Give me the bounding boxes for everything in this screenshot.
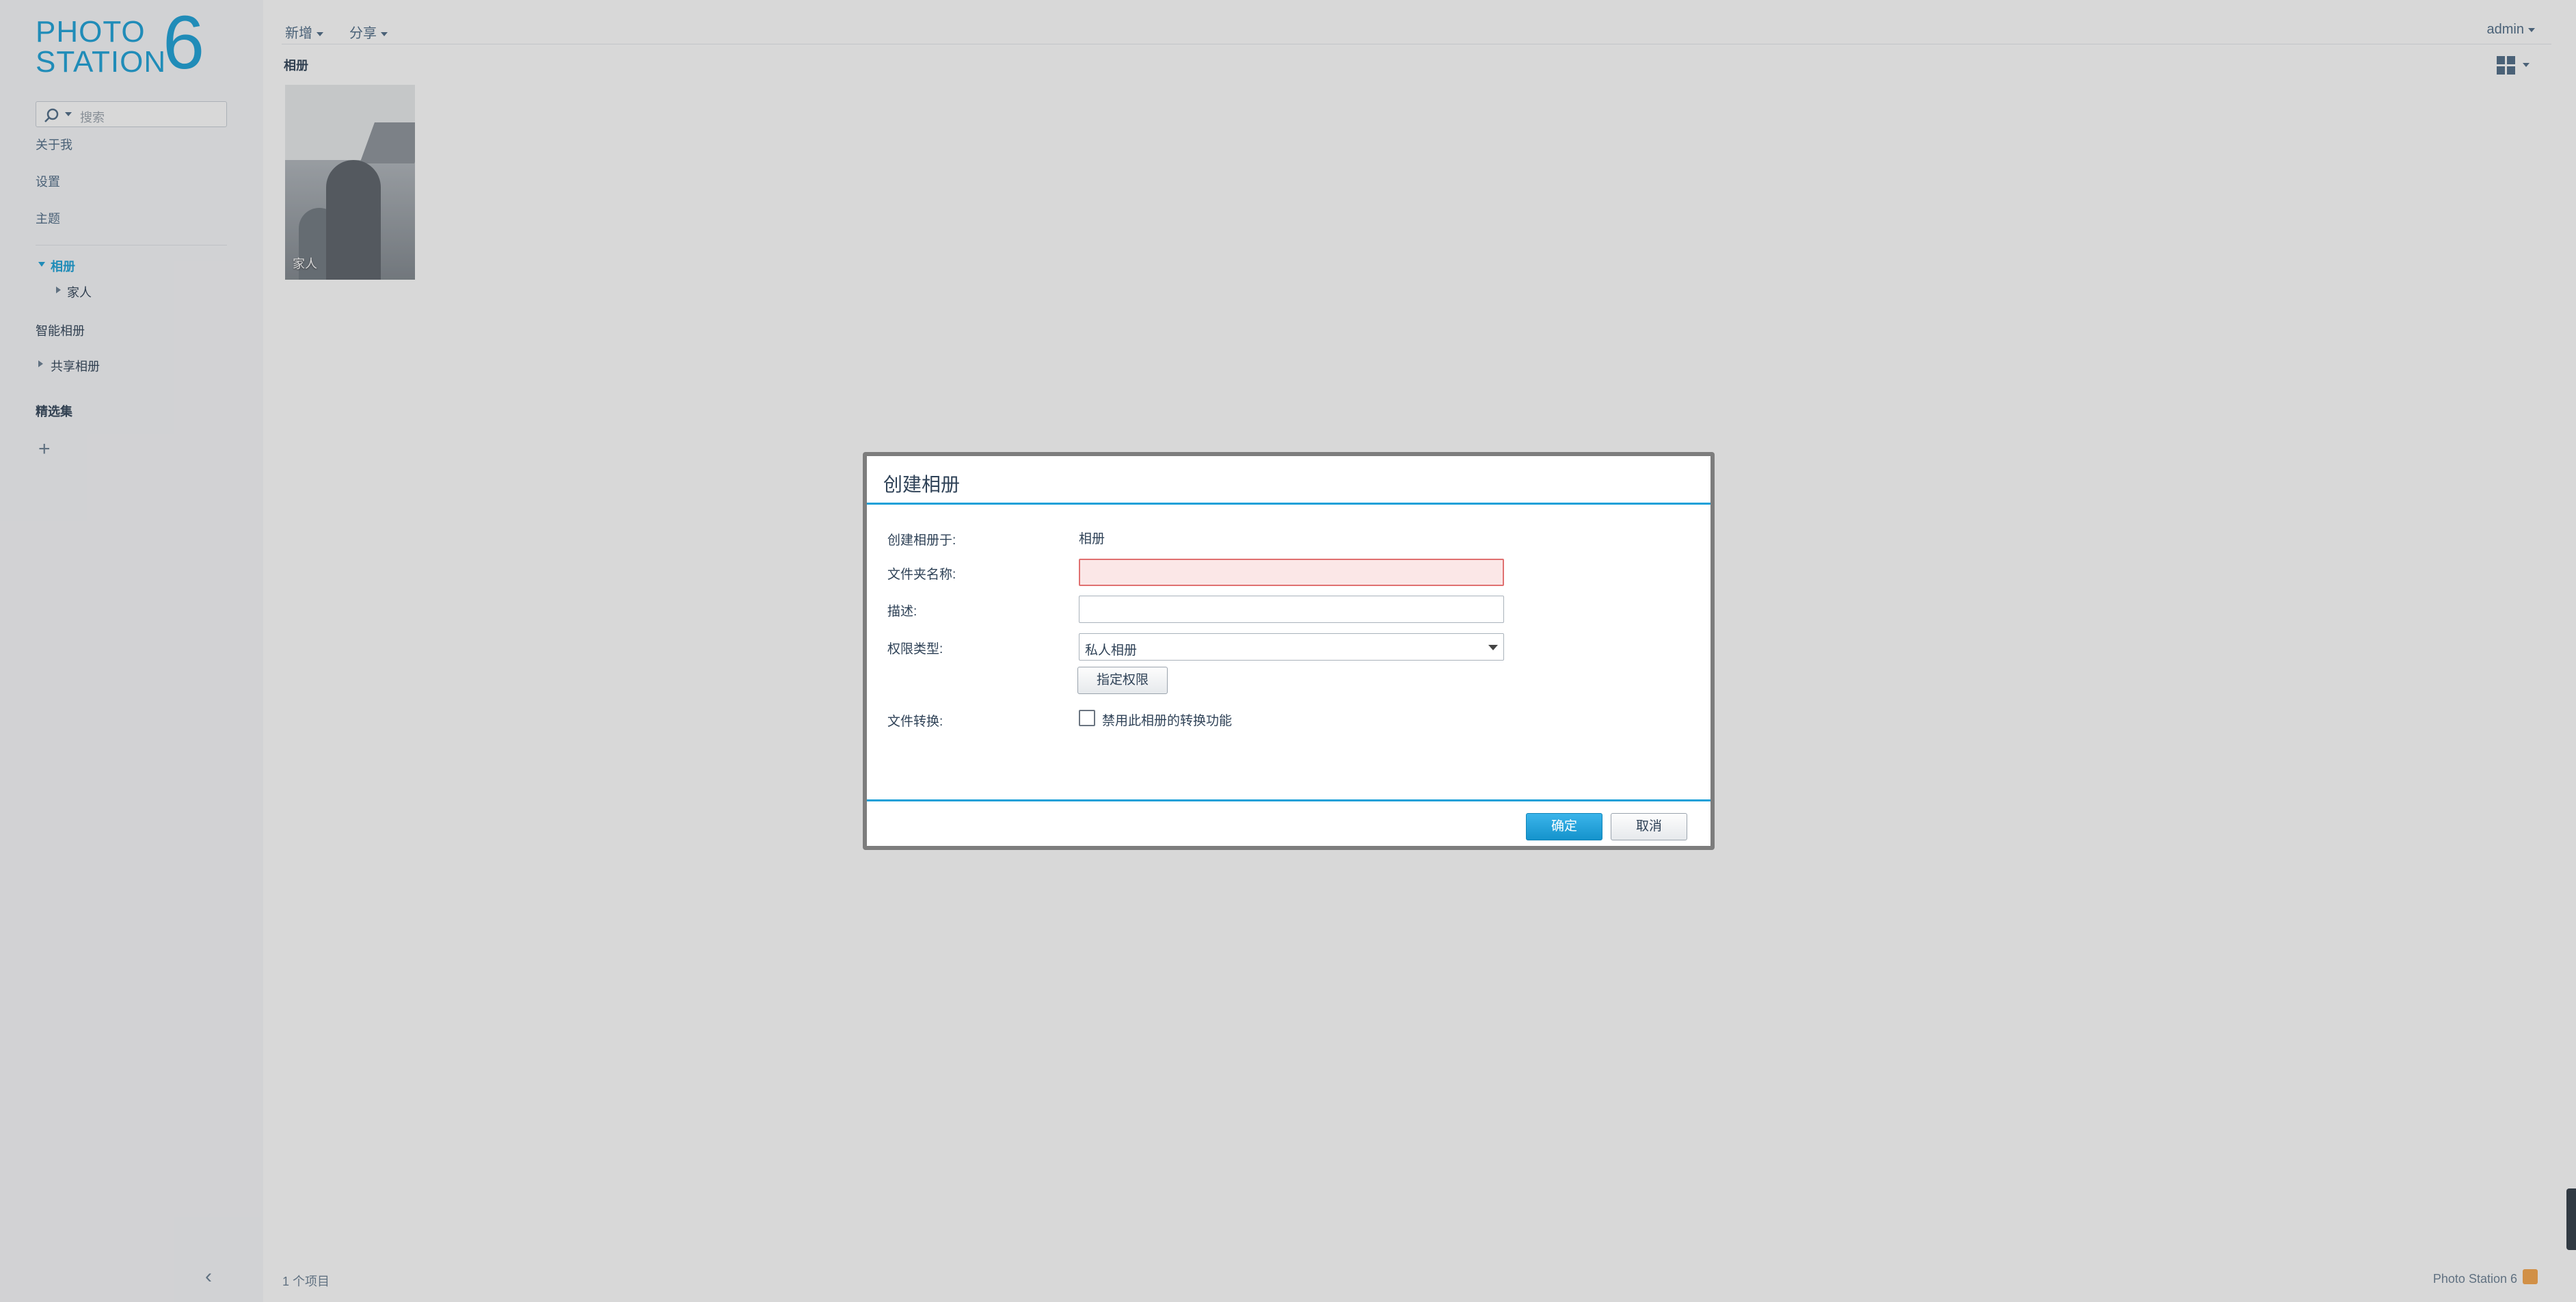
permission-type-select[interactable]: 私人相册	[1079, 633, 1504, 661]
dialog-body: 创建相册 创建相册于: 相册 文件夹名称: 描述: 权限类型: 私人相册 指定权…	[867, 456, 1710, 846]
file-conversion-label: 文件转换:	[887, 715, 943, 729]
create-in-label: 创建相册于:	[887, 533, 956, 548]
description-input[interactable]	[1079, 596, 1504, 623]
description-label: 描述:	[887, 604, 917, 619]
dropdown-arrow-icon	[1488, 645, 1498, 650]
permission-type-label: 权限类型:	[887, 642, 943, 656]
dialog-footer-divider	[867, 799, 1710, 801]
create-album-dialog: 创建相册 创建相册于: 相册 文件夹名称: 描述: 权限类型: 私人相册 指定权…	[863, 452, 1715, 850]
dialog-header-divider	[867, 503, 1710, 505]
folder-name-input[interactable]	[1079, 559, 1504, 586]
disable-conversion-checkbox[interactable]	[1079, 710, 1095, 726]
cancel-button[interactable]: 取消	[1611, 813, 1687, 840]
create-in-value: 相册	[1079, 532, 1105, 546]
assign-permission-button[interactable]: 指定权限	[1077, 667, 1168, 694]
permission-type-value: 私人相册	[1085, 643, 1138, 658]
folder-name-label: 文件夹名称:	[887, 568, 956, 582]
dialog-title: 创建相册	[883, 474, 961, 495]
ok-button[interactable]: 确定	[1526, 813, 1602, 840]
disable-conversion-label[interactable]: 禁用此相册的转换功能	[1102, 710, 1232, 729]
